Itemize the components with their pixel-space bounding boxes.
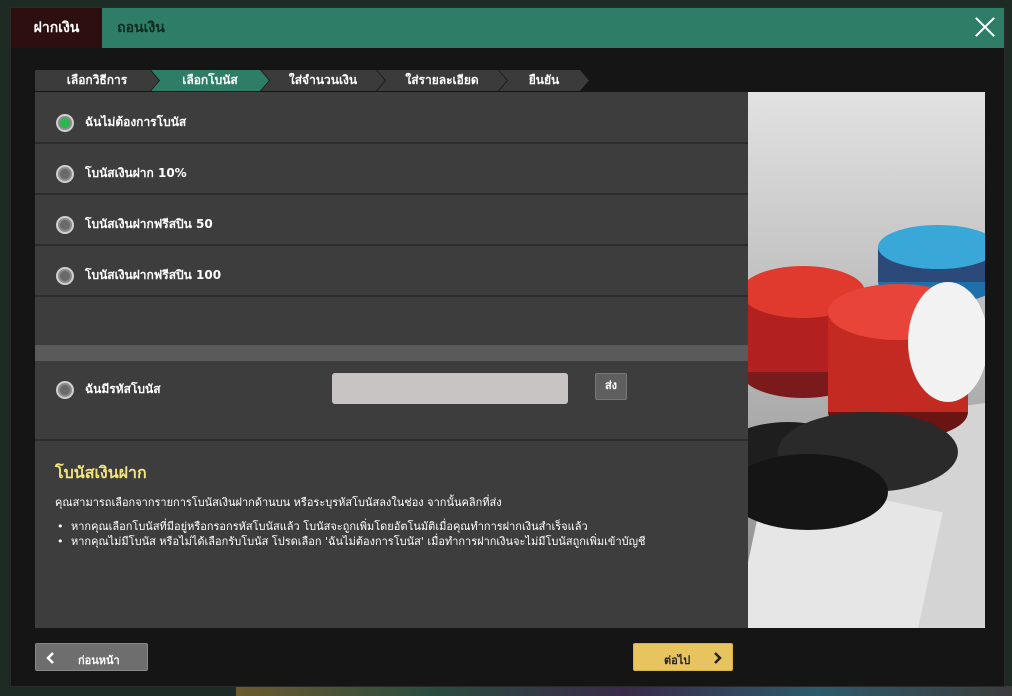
bonus-info: โบนัสเงินฝาก คุณสามารถเลือกจากรายการโบนั… xyxy=(35,443,748,628)
step-progress: เลือกวิธีการ เลือกโบนัส ใส่จำนวนเงิน ใส่… xyxy=(35,70,595,91)
next-button[interactable]: ต่อไป xyxy=(633,643,733,671)
bonus-option-deposit-10[interactable]: โบนัสเงินฝาก 10% xyxy=(35,145,748,195)
step-choose-method: เลือกวิธีการ xyxy=(35,70,159,91)
send-button[interactable]: ส่ง xyxy=(595,373,627,400)
info-list: หากคุณเลือกโบนัสที่มีอยู่หรือกรอกรหัสโบน… xyxy=(55,519,645,549)
options-spacer xyxy=(35,300,748,345)
casino-chips-illustration xyxy=(748,92,985,628)
next-button-label: ต่อไป xyxy=(664,654,691,667)
section-divider xyxy=(35,345,748,361)
tab-withdraw[interactable]: ถอนเงิน xyxy=(102,8,180,48)
radio-button[interactable] xyxy=(56,165,74,183)
close-icon[interactable] xyxy=(974,16,996,38)
step-enter-details: ใส่รายละเอียด xyxy=(377,70,507,91)
chevron-right-icon xyxy=(714,652,722,664)
bonus-option-label: โบนัสเงินฝาก 10% xyxy=(85,166,187,180)
page-background-thumbnails xyxy=(236,686,1012,696)
bonus-code-label: ฉันมีรหัสโบนัส xyxy=(85,382,161,396)
bonus-option-label: โบนัสเงินฝากฟรีสปิน 50 xyxy=(85,217,213,231)
bonus-option-freespin-100[interactable]: โบนัสเงินฝากฟรีสปิน 100 xyxy=(35,247,748,297)
radio-button[interactable] xyxy=(56,267,74,285)
bonus-option-label: โบนัสเงินฝากฟรีสปิน 100 xyxy=(85,268,222,282)
info-bullet: หากคุณเลือกโบนัสที่มีอยู่หรือกรอกรหัสโบน… xyxy=(55,519,645,534)
info-description: คุณสามารถเลือกจากรายการโบนัสเงินฝากด้านบ… xyxy=(55,496,502,509)
modal-header: ฝากเงิน ถอนเงิน xyxy=(11,8,1004,48)
bonus-panel: ฉันไม่ต้องการโบนัส โบนัสเงินฝาก 10% โบนั… xyxy=(35,92,748,628)
chevron-left-icon xyxy=(46,652,54,664)
info-title: โบนัสเงินฝาก xyxy=(55,463,147,482)
bonus-code-input[interactable] xyxy=(332,373,568,404)
bonus-code-row: ฉันมีรหัสโบนัส ส่ง xyxy=(35,361,748,441)
tab-deposit[interactable]: ฝากเงิน xyxy=(11,8,102,48)
radio-button-bonus-code[interactable] xyxy=(56,381,74,399)
bonus-option-none[interactable]: ฉันไม่ต้องการโบนัส xyxy=(35,94,748,144)
step-confirm: ยืนยัน xyxy=(499,70,589,91)
back-button[interactable]: ก่อนหน้า xyxy=(35,643,148,671)
radio-button[interactable] xyxy=(56,216,74,234)
bonus-option-freespin-50[interactable]: โบนัสเงินฝากฟรีสปิน 50 xyxy=(35,196,748,246)
back-button-label: ก่อนหน้า xyxy=(78,654,120,667)
casino-chips-image xyxy=(748,92,985,628)
deposit-modal: ฝากเงิน ถอนเงิน เลือกวิธีการ เลือกโบนัส … xyxy=(10,7,1005,687)
bonus-option-label: ฉันไม่ต้องการโบนัส xyxy=(85,115,187,129)
radio-button[interactable] xyxy=(56,114,74,132)
step-choose-bonus: เลือกโบนัส xyxy=(151,70,269,91)
info-bullet: หากคุณไม่มีโบนัส หรือไม่ได้เลือกรับโบนัส… xyxy=(55,534,645,549)
step-enter-amount: ใส่จำนวนเงิน xyxy=(261,70,385,91)
